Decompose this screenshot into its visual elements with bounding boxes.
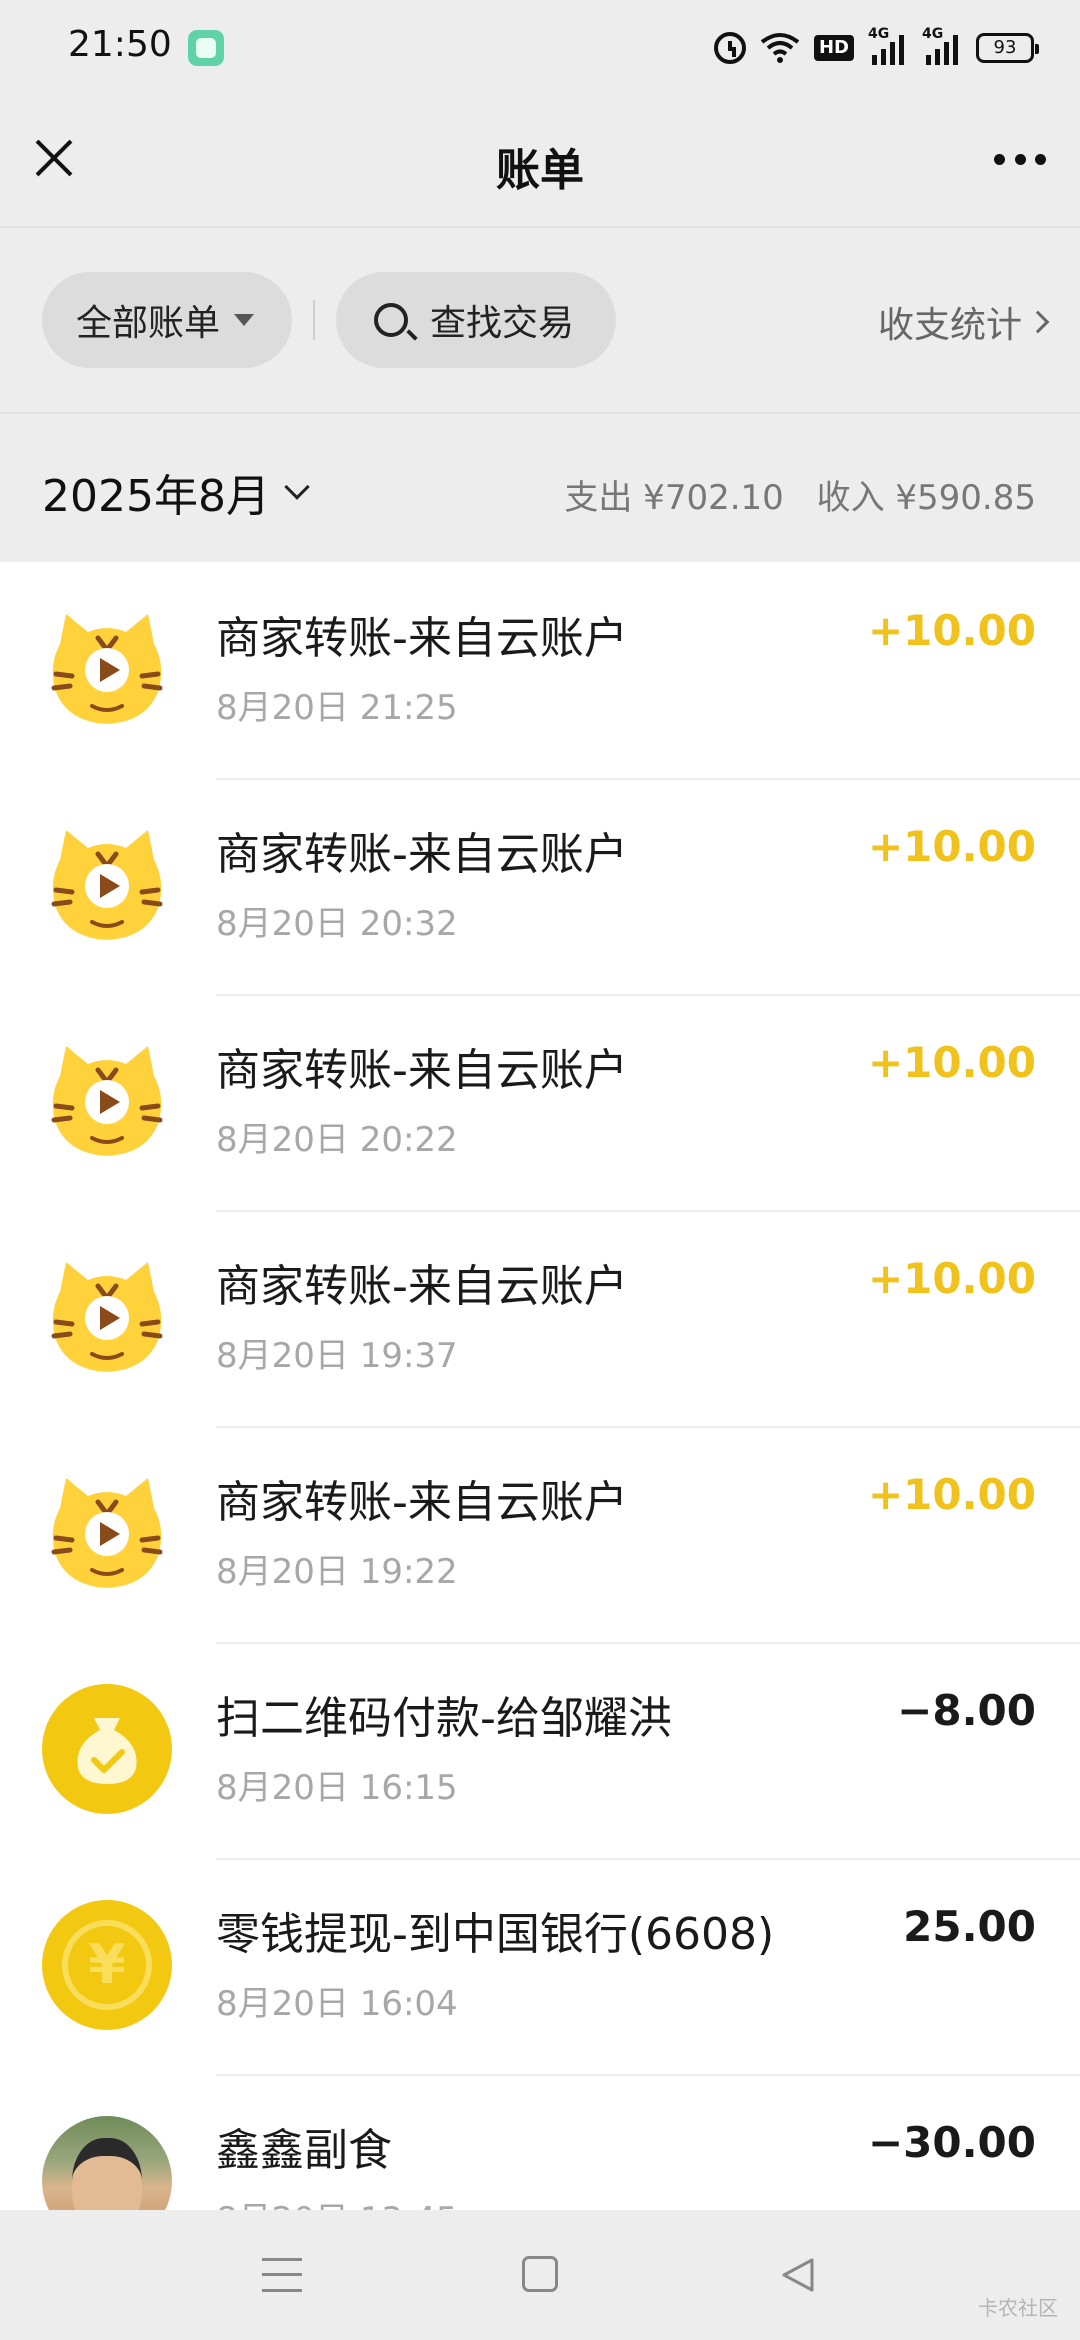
tiger-icon — [42, 820, 172, 950]
page-title: 账单 — [496, 145, 584, 196]
transaction-title: 商家转账-来自云账户 — [216, 1477, 628, 1528]
filter-divider — [313, 300, 315, 340]
transaction-list: 商家转账-来自云账户 8月20日 21:25 +10.00 商家转账-来自云账户 8月2… — [0, 562, 1080, 2290]
tiger-icon — [42, 1252, 172, 1382]
search-transactions-button[interactable]: 查找交易 — [336, 272, 616, 368]
coin-symbol: ¥ — [62, 1920, 152, 2010]
transaction-row[interactable]: 商家转账-来自云账户 8月20日 20:22 +10.00 — [0, 994, 1080, 1210]
transaction-row[interactable]: 扫二维码付款-给邹耀洪 8月20日 16:15 −8.00 — [0, 1642, 1080, 1858]
transaction-time: 8月20日 19:37 — [216, 1336, 458, 1376]
transaction-time: 8月20日 20:22 — [216, 1120, 458, 1160]
title-bar: 账单 — [0, 96, 1080, 226]
transaction-time: 8月20日 16:15 — [216, 1768, 458, 1808]
chevron-right-icon — [1026, 310, 1050, 334]
signal-4g-icon-1: 4G — [868, 27, 908, 65]
transaction-amount: +10.00 — [867, 1038, 1036, 1087]
transaction-title: 商家转账-来自云账户 — [216, 1261, 628, 1312]
month-label: 2025年8月 — [42, 471, 270, 522]
transaction-title: 商家转账-来自云账户 — [216, 829, 628, 880]
transaction-row[interactable]: 商家转账-来自云账户 8月20日 19:37 +10.00 — [0, 1210, 1080, 1426]
search-label: 查找交易 — [430, 303, 575, 344]
back-icon[interactable] — [780, 2256, 816, 2294]
all-bills-label: 全部账单 — [76, 303, 221, 344]
status-bar: 21:50 HD 4G 4G 93 — [0, 0, 1080, 96]
system-nav-bar — [0, 2210, 1080, 2340]
transaction-amount: +10.00 — [867, 822, 1036, 871]
transaction-title: 鑫鑫副食 — [216, 2125, 392, 2176]
transaction-time: 8月20日 20:32 — [216, 904, 458, 944]
money-bag-icon — [42, 1684, 172, 1814]
transaction-amount: +10.00 — [867, 1254, 1036, 1303]
wifi-icon — [760, 32, 800, 64]
signal-label-1: 4G — [868, 26, 890, 42]
income-total: 收入 ¥590.85 — [816, 478, 1036, 518]
search-icon — [374, 303, 408, 337]
status-icons: HD 4G 4G 93 — [713, 26, 1039, 70]
transaction-time: 8月20日 16:04 — [216, 1984, 458, 2024]
month-header: 2025年8月 支出 ¥702.10 收入 ¥590.85 — [0, 412, 1080, 562]
yuan-coin-icon: ¥ — [42, 1900, 172, 2030]
transaction-amount: +10.00 — [867, 606, 1036, 655]
month-selector[interactable]: 2025年8月 — [42, 460, 310, 524]
alarm-icon — [713, 32, 746, 64]
signal-label-2: 4G — [922, 26, 944, 42]
transaction-row[interactable]: 商家转账-来自云账户 8月20日 20:32 +10.00 — [0, 778, 1080, 994]
filter-bar: 全部账单 查找交易 收支统计 — [0, 226, 1080, 412]
all-bills-dropdown[interactable]: 全部账单 — [42, 272, 292, 368]
chevron-down-icon — [284, 474, 310, 500]
watermark: 卡农社区 — [978, 2296, 1058, 2320]
transaction-row[interactable]: 商家转账-来自云账户 8月20日 19:22 +10.00 — [0, 1426, 1080, 1642]
transaction-row[interactable]: 商家转账-来自云账户 8月20日 21:25 +10.00 — [0, 562, 1080, 778]
transaction-title: 零钱提现-到中国银行(6608) — [216, 1909, 775, 1960]
transaction-title: 扫二维码付款-给邹耀洪 — [216, 1693, 672, 1744]
income-expense-stats-link[interactable]: 收支统计 — [877, 296, 1050, 348]
transaction-title: 商家转账-来自云账户 — [216, 613, 628, 664]
transaction-amount: −8.00 — [897, 1686, 1036, 1735]
caret-down-icon — [234, 314, 255, 326]
battery-icon: 93 — [976, 33, 1039, 63]
transaction-amount: 25.00 — [903, 1902, 1036, 1951]
signal-4g-icon-2: 4G — [922, 27, 962, 65]
tiger-icon — [42, 1468, 172, 1598]
month-summary: 支出 ¥702.10 收入 ¥590.85 — [542, 470, 1036, 519]
recent-apps-icon[interactable] — [262, 2258, 302, 2292]
transaction-title: 商家转账-来自云账户 — [216, 1045, 628, 1096]
transaction-time: 8月20日 21:25 — [216, 688, 458, 728]
transaction-amount: −30.00 — [867, 2118, 1036, 2167]
hd-voice-icon: HD — [813, 35, 854, 61]
more-options-icon[interactable] — [994, 154, 1046, 166]
transaction-row[interactable]: ¥ 零钱提现-到中国银行(6608) 8月20日 16:04 25.00 — [0, 1858, 1080, 2074]
transaction-time: 8月20日 19:22 — [216, 1552, 458, 1592]
expense-total: 支出 ¥702.10 — [564, 478, 784, 518]
home-icon[interactable] — [522, 2256, 558, 2292]
status-time: 21:50 — [68, 24, 172, 65]
transaction-amount: +10.00 — [867, 1470, 1036, 1519]
tiger-icon — [42, 1036, 172, 1166]
stats-label: 收支统计 — [877, 305, 1022, 346]
app-notification-icon — [188, 30, 224, 66]
tiger-icon — [42, 604, 172, 734]
